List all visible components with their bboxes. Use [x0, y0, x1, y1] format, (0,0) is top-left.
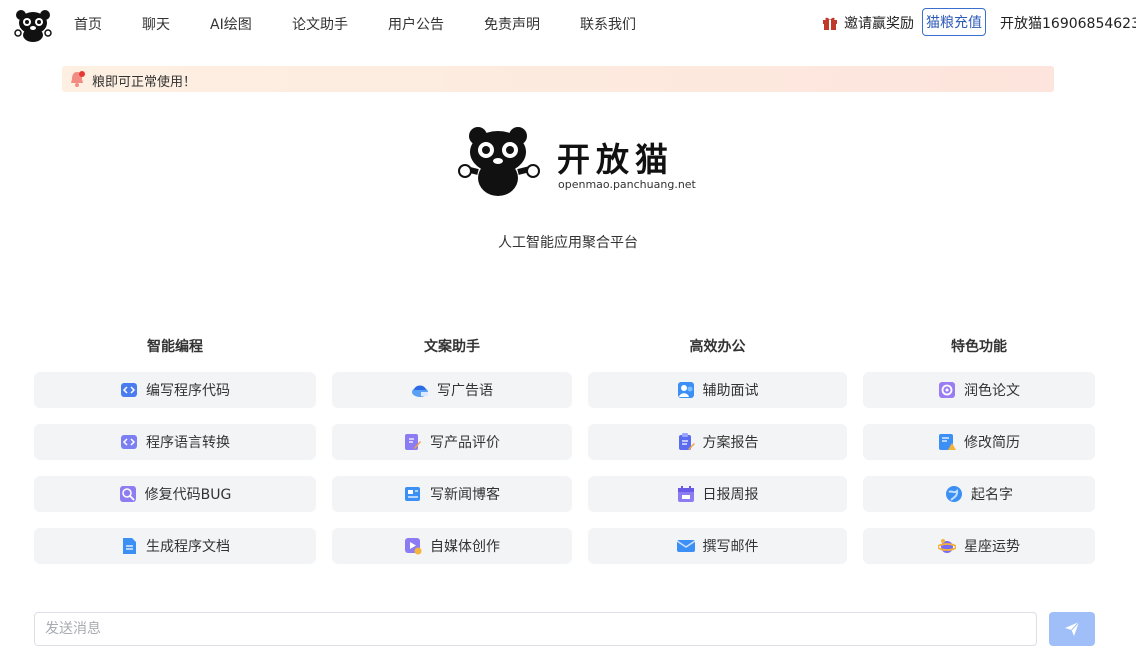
card-label: 方案报告 — [702, 435, 759, 451]
card-label: 日报周报 — [702, 487, 759, 503]
calendar-icon — [677, 486, 694, 502]
report-icon — [678, 433, 695, 450]
card-naming[interactable]: 起名字 — [863, 476, 1095, 512]
card-plan-report[interactable]: 方案报告 — [588, 424, 847, 460]
top-nav: 首页 聊天 AI绘图 论文助手 用户公告 免责声明 联系我们 邀请赢奖励 猫粮充… — [0, 0, 1136, 46]
card-polish-paper[interactable]: 润色论文 — [863, 372, 1095, 408]
card-media-creation[interactable]: 自媒体创作 — [332, 528, 572, 564]
planet-icon — [938, 539, 956, 553]
nav-paper-assistant[interactable]: 论文助手 — [292, 14, 348, 34]
card-label: 润色论文 — [964, 383, 1020, 399]
invite-reward-link[interactable]: 邀请赢奖励 — [822, 13, 914, 33]
notice-banner: 粮即可正常使用！ — [62, 66, 1054, 92]
card-horoscope[interactable]: 星座运势 — [863, 528, 1095, 564]
card-label: 写广告语 — [437, 383, 493, 399]
recharge-button[interactable]: 猫粮充值 — [922, 8, 986, 36]
mail-icon — [676, 540, 695, 552]
nav-contact[interactable]: 联系我们 — [580, 14, 636, 34]
card-label: 写新闻博客 — [430, 487, 500, 503]
nav-disclaimer[interactable]: 免责声明 — [484, 14, 540, 34]
logo-icon[interactable] — [14, 8, 52, 42]
globe-icon — [946, 486, 962, 502]
gear-icon — [939, 382, 955, 398]
card-edit-resume[interactable]: 修改简历 — [863, 424, 1095, 460]
user-name[interactable]: 开放猫1690685462366 — [1000, 13, 1136, 33]
card-label: 修复代码BUG — [144, 487, 232, 503]
edit-icon — [405, 434, 421, 450]
nav-announcements[interactable]: 用户公告 — [388, 14, 444, 34]
card-label: 辅助面试 — [702, 383, 759, 399]
card-product-review[interactable]: 写产品评价 — [332, 424, 572, 460]
send-icon — [1065, 621, 1080, 636]
category-title-features: 特色功能 — [951, 339, 1007, 355]
card-write-ad[interactable]: 写广告语 — [332, 372, 572, 408]
message-input[interactable] — [34, 612, 1037, 646]
card-label: 撰写邮件 — [702, 539, 759, 555]
card-daily-weekly[interactable]: 日报周报 — [588, 476, 847, 512]
nav-ai-drawing[interactable]: AI绘图 — [210, 14, 252, 34]
megaphone-icon — [412, 385, 428, 397]
card-label: 生成程序文档 — [146, 539, 230, 555]
news-icon — [405, 487, 420, 501]
send-button[interactable] — [1049, 612, 1095, 646]
notice-text: 粮即可正常使用！ — [92, 75, 197, 90]
card-convert-language[interactable]: 程序语言转换 — [34, 424, 316, 460]
document-icon — [123, 538, 136, 554]
resume-icon — [939, 434, 956, 450]
bug-search-icon — [119, 486, 136, 502]
code-convert-icon — [121, 435, 137, 449]
card-label: 写产品评价 — [430, 435, 500, 451]
brand-slogan: 人工智能应用聚合平台 — [498, 235, 638, 251]
card-write-email[interactable]: 撰写邮件 — [588, 528, 847, 564]
brand-domain: openmao.panchuang.net — [558, 178, 696, 191]
card-fix-bug[interactable]: 修复代码BUG — [34, 476, 316, 512]
notice-bell-icon — [71, 71, 85, 87]
category-title-office: 高效办公 — [689, 339, 746, 355]
gift-icon — [823, 17, 837, 30]
nav-home[interactable]: 首页 — [74, 14, 102, 34]
interview-icon — [677, 382, 694, 398]
card-label: 修改简历 — [964, 435, 1020, 451]
card-write-code[interactable]: 编写程序代码 — [34, 372, 316, 408]
brand-name: 开放猫 — [557, 140, 674, 179]
invite-reward-label: 邀请赢奖励 — [844, 16, 914, 32]
code-icon — [121, 383, 137, 397]
card-news-blog[interactable]: 写新闻博客 — [332, 476, 572, 512]
card-label: 星座运势 — [964, 539, 1020, 555]
card-label: 起名字 — [971, 487, 1013, 503]
video-icon — [405, 538, 422, 555]
card-label: 程序语言转换 — [146, 435, 230, 451]
brand-logo-icon — [458, 127, 540, 196]
nav-chat[interactable]: 聊天 — [142, 14, 170, 34]
card-generate-docs[interactable]: 生成程序文档 — [34, 528, 316, 564]
category-title-copywriting: 文案助手 — [424, 339, 480, 355]
card-label: 自媒体创作 — [430, 539, 500, 555]
category-title-programming: 智能编程 — [147, 339, 203, 355]
card-interview[interactable]: 辅助面试 — [588, 372, 847, 408]
card-label: 编写程序代码 — [146, 383, 230, 399]
